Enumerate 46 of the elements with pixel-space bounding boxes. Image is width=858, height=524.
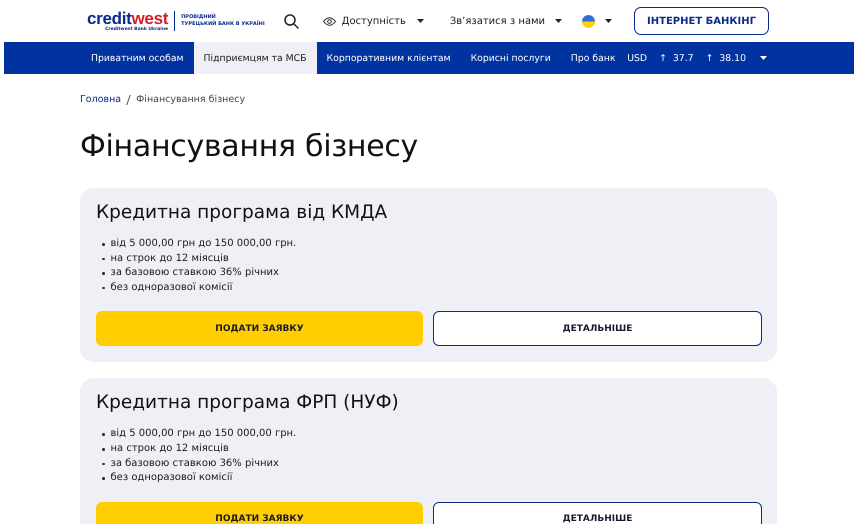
breadcrumb-current: Фінансування бізнесу <box>136 94 246 105</box>
caret-icon <box>555 19 562 23</box>
feature-text: за базовою ставкою 36% річних <box>110 456 279 471</box>
contact-menu[interactable]: Зв’язатися з нами <box>450 16 546 26</box>
feature-text: без одноразової комісії <box>110 471 232 486</box>
bullet-icon <box>102 448 104 451</box>
logo-wordmark[interactable]: creditwest <box>87 10 168 26</box>
currency-code: USD <box>627 52 648 64</box>
feature-text: від 5 000,00 грн до 150 000,00 грн. <box>110 427 296 442</box>
feature-text: на строк до 12 міясців <box>110 252 229 266</box>
feature-text: на строк до 12 міясців <box>110 442 229 456</box>
rate-arrow: ↑ <box>706 52 714 64</box>
rate-arrow: ↑ <box>659 52 667 64</box>
breadcrumb-link[interactable]: Головна <box>80 94 122 105</box>
bullet-icon <box>102 462 104 466</box>
nav-tab[interactable]: Про банк <box>560 42 626 74</box>
nav-tab[interactable]: Приватним особам <box>81 42 194 74</box>
feature-text: за базовою ставкою 36% річних <box>110 266 279 280</box>
search-icon[interactable] <box>284 14 299 28</box>
internet-banking-button[interactable]: ІНТЕРНЕТ БАНКІНГ <box>634 7 769 35</box>
nav-tab[interactable]: Корпоративним клієнтам <box>316 42 461 74</box>
nav-tab[interactable]: Корисні послуги <box>460 42 561 74</box>
eye-icon <box>322 16 336 26</box>
card-title: Кредитна програма ФРП (НУФ) <box>96 392 400 414</box>
nav-tab[interactable]: Підприємцям та МСБ <box>194 42 317 74</box>
page-title: Фінансування бізнесу <box>80 129 420 164</box>
bullet-icon <box>102 433 104 436</box>
feature-text: без одноразової комісії <box>110 280 232 295</box>
bullet-icon <box>102 272 104 275</box>
flag-icon[interactable] <box>582 14 596 28</box>
bullet-icon <box>102 286 104 290</box>
details-button[interactable]: ДЕТАЛЬНІШЕ <box>433 311 762 346</box>
caret-icon <box>605 19 612 23</box>
card-title: Кредитна програма від КМДА <box>96 202 388 223</box>
details-button[interactable]: ДЕТАЛЬНІШЕ <box>433 502 762 524</box>
apply-button[interactable]: ПОДАТИ ЗАЯВКУ <box>96 311 423 346</box>
sell-rate: 38.10 <box>719 52 746 64</box>
caret-icon[interactable] <box>760 56 767 60</box>
buy-rate: 37.7 <box>672 52 694 64</box>
bullet-icon <box>102 258 104 260</box>
caret-icon <box>416 19 424 23</box>
feature-text: від 5 000,00 грн до 150 000,00 грн. <box>110 237 296 251</box>
bullet-icon <box>102 243 104 246</box>
apply-button[interactable]: ПОДАТИ ЗАЯВКУ <box>96 502 423 524</box>
accessibility-menu[interactable]: Доступність <box>342 16 406 26</box>
bullet-icon <box>102 477 104 480</box>
